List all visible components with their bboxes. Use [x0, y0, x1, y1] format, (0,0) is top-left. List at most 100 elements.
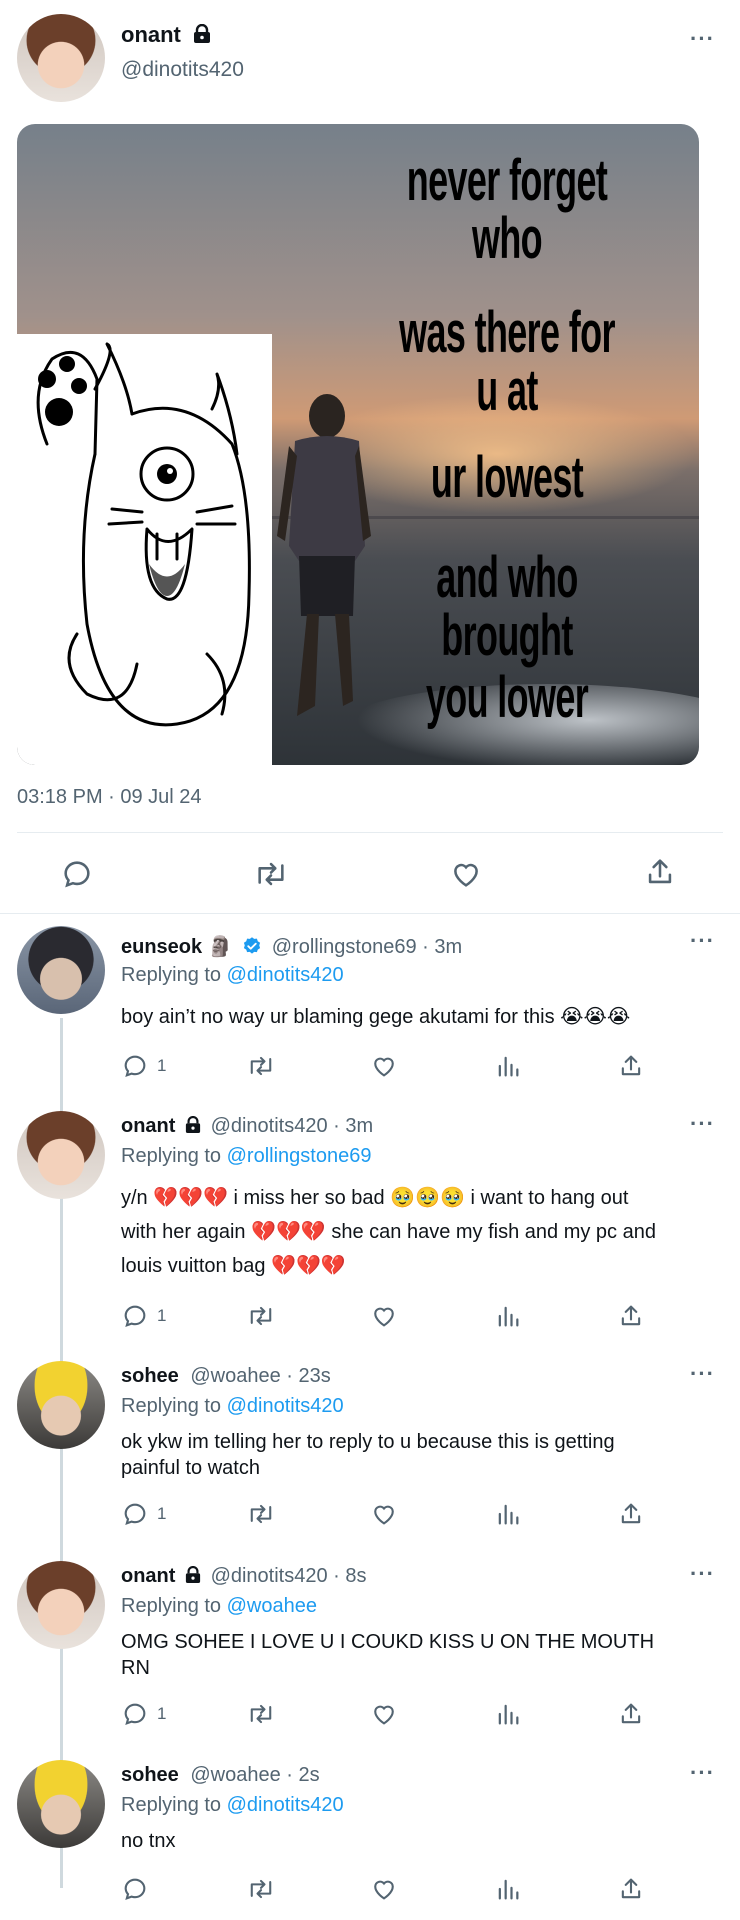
replying-to-line: Replying to @dinotits420: [121, 1794, 344, 1817]
more-icon[interactable]: ···: [690, 26, 715, 52]
reply-display-name[interactable]: sohee: [121, 1365, 179, 1387]
views-icon[interactable]: [494, 1700, 522, 1733]
retweet-icon[interactable]: [246, 1700, 276, 1733]
reply-tweet[interactable]: onant @dinotits420 · 3m ··· Replying to …: [0, 1105, 740, 1335]
divider: [0, 913, 740, 914]
share-icon[interactable]: [617, 1052, 645, 1085]
reply-meta[interactable]: @woahee · 2s: [190, 1764, 319, 1786]
more-icon[interactable]: ···: [690, 1361, 715, 1387]
reply-icon[interactable]: [121, 1875, 149, 1908]
reply-text-line: boy ain’t no way ur blaming gege akutami…: [121, 1006, 631, 1028]
reply-display-name[interactable]: onant: [121, 1115, 175, 1137]
retweet-icon[interactable]: [246, 1052, 276, 1085]
views-icon[interactable]: [494, 1052, 522, 1085]
share-icon[interactable]: [643, 855, 677, 889]
author-handle[interactable]: @dinotits420: [121, 58, 244, 82]
reply-text-line: y/n 💔💔💔 i miss her so bad 🥹🥹🥹 i want to …: [121, 1187, 629, 1209]
author-name-row: onant: [121, 22, 211, 48]
replying-to-line: Replying to @rollingstone69: [121, 1145, 371, 1168]
reply-header: eunseok 🗿 @rollingstone69 · 3m: [121, 934, 462, 959]
views-icon[interactable]: [494, 1875, 522, 1908]
replying-to-label: Replying to: [121, 964, 222, 986]
reply-text: y/n 💔💔💔 i miss her so bad 🥹🥹🥹 i want to …: [121, 1181, 656, 1283]
reply-text-line: no tnx: [121, 1830, 176, 1852]
views-icon[interactable]: [494, 1302, 522, 1335]
like-icon[interactable]: [370, 1302, 398, 1335]
like-icon[interactable]: [449, 857, 483, 891]
share-icon[interactable]: [617, 1500, 645, 1533]
like-icon[interactable]: [370, 1700, 398, 1733]
reply-meta[interactable]: @rollingstone69 · 3m: [272, 936, 462, 958]
replying-to-link[interactable]: @woahee: [227, 1595, 317, 1617]
reply-text-line: with her again 💔💔💔 she can have my fish …: [121, 1221, 656, 1243]
author-avatar[interactable]: [17, 14, 105, 102]
like-icon[interactable]: [370, 1052, 398, 1085]
reply-icon[interactable]: [121, 1052, 149, 1085]
reply-display-name[interactable]: sohee: [121, 1764, 179, 1786]
like-icon[interactable]: [370, 1500, 398, 1533]
reply-avatar[interactable]: [17, 1361, 105, 1449]
reply-header: onant @dinotits420 · 8s: [121, 1565, 367, 1588]
reply-icon[interactable]: [121, 1500, 149, 1533]
replying-to-link[interactable]: @dinotits420: [227, 1395, 344, 1417]
lock-icon: [194, 24, 211, 44]
reply-text-line: RN: [121, 1657, 150, 1679]
tweet-timestamp[interactable]: 03:18 PM · 09 Jul 24: [17, 786, 202, 809]
more-icon[interactable]: ···: [690, 1561, 715, 1587]
retweet-icon[interactable]: [252, 857, 290, 891]
reply-header: sohee @woahee · 23s: [121, 1365, 331, 1388]
more-icon[interactable]: ···: [690, 1111, 715, 1137]
reply-count: 1: [157, 1056, 167, 1075]
reply-text: ok ykw im telling her to reply to u beca…: [121, 1429, 615, 1481]
lock-icon: [185, 1115, 201, 1133]
more-icon[interactable]: ···: [690, 928, 715, 954]
views-icon[interactable]: [494, 1500, 522, 1533]
tweet-media-image[interactable]: never forget who was there for u at ur l…: [17, 124, 699, 765]
reply-count: 1: [157, 1504, 167, 1523]
reply-meta[interactable]: @dinotits420 · 3m: [211, 1115, 374, 1137]
replying-to-line: Replying to @woahee: [121, 1595, 317, 1618]
reply-meta[interactable]: @dinotits420 · 8s: [211, 1565, 367, 1587]
reply-text-line: louis vuitton bag 💔💔💔: [121, 1255, 346, 1277]
retweet-icon[interactable]: [246, 1302, 276, 1335]
retweet-icon[interactable]: [246, 1500, 276, 1533]
replying-to-label: Replying to: [121, 1145, 222, 1167]
reply-avatar[interactable]: [17, 926, 105, 1014]
reply-avatar[interactable]: [17, 1561, 105, 1649]
reply-text-line: painful to watch: [121, 1457, 260, 1479]
reply-icon[interactable]: [121, 1302, 149, 1335]
retweet-icon[interactable]: [246, 1875, 276, 1908]
share-icon[interactable]: [617, 1302, 645, 1335]
replying-to-label: Replying to: [121, 1395, 222, 1417]
meme-caption-line-5: you lower: [425, 665, 589, 730]
reply-avatar[interactable]: [17, 1111, 105, 1199]
lock-icon: [185, 1565, 201, 1583]
meme-caption-line-2: was there for u at: [399, 300, 615, 423]
reply-text-line: OMG SOHEE I LOVE U I COUKD KISS U ON THE…: [121, 1631, 655, 1653]
reply-icon[interactable]: [121, 1700, 149, 1733]
replying-to-link[interactable]: @dinotits420: [227, 964, 344, 986]
share-icon[interactable]: [617, 1875, 645, 1908]
share-icon[interactable]: [617, 1700, 645, 1733]
meme-caption-line-1: never forget who: [406, 148, 608, 271]
replying-to-link[interactable]: @rollingstone69: [227, 1145, 372, 1167]
reply-text: boy ain’t no way ur blaming gege akutami…: [121, 1000, 630, 1034]
replying-to-link[interactable]: @dinotits420: [227, 1794, 344, 1816]
author-display-name[interactable]: onant: [121, 22, 181, 47]
reply-avatar[interactable]: [17, 1760, 105, 1848]
meme-caption-line-3: ur lowest: [430, 445, 584, 510]
reply-icon[interactable]: [60, 857, 94, 891]
replying-to-label: Replying to: [121, 1595, 222, 1617]
reply-count: 1: [157, 1306, 167, 1325]
more-icon[interactable]: ···: [690, 1760, 715, 1786]
reply-meta[interactable]: @woahee · 23s: [190, 1365, 330, 1387]
like-icon[interactable]: [370, 1875, 398, 1908]
replying-to-label: Replying to: [121, 1794, 222, 1816]
verified-icon: [244, 937, 261, 954]
reply-text: OMG SOHEE I LOVE U I COUKD KISS U ON THE…: [121, 1629, 654, 1681]
reply-header: onant @dinotits420 · 3m: [121, 1115, 373, 1138]
meme-caption-line-4: and who brought: [436, 545, 578, 668]
man-silhouette: [277, 394, 371, 716]
reply-display-name[interactable]: eunseok 🗿: [121, 936, 233, 958]
reply-display-name[interactable]: onant: [121, 1565, 175, 1587]
